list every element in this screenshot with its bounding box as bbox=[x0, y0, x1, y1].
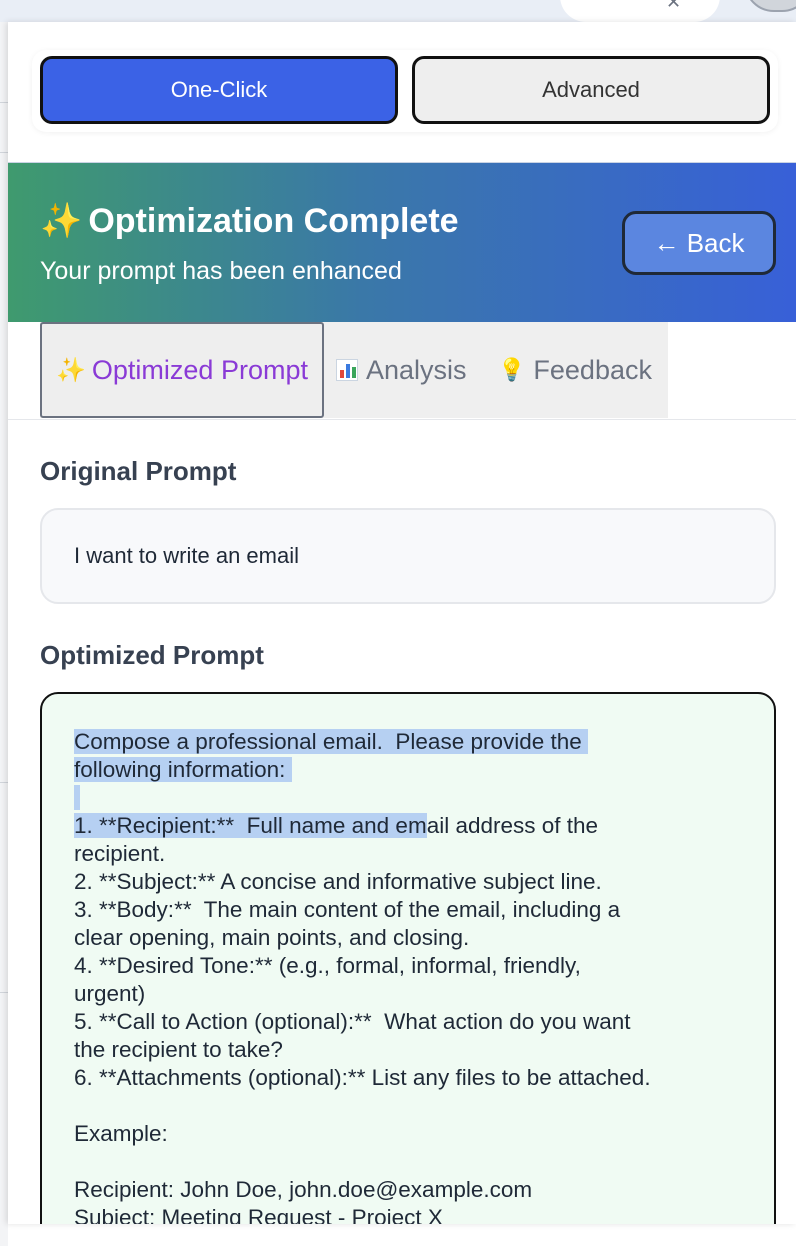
extension-popup: One-Click Advanced ✨ Optimization Complet… bbox=[8, 22, 796, 1224]
result-tabs: ✨ Optimized Prompt Analysis 💡 Feedback bbox=[8, 322, 796, 420]
close-icon[interactable]: ✕ bbox=[666, 0, 681, 13]
bar-chart-icon bbox=[336, 359, 358, 381]
selected-text bbox=[74, 785, 81, 810]
tab-label: Optimized Prompt bbox=[91, 354, 308, 385]
original-prompt-text: I want to write an email bbox=[74, 543, 299, 568]
sparkles-icon: ✨ bbox=[56, 356, 86, 384]
selected-text: Compose a professional email. Please pro… bbox=[74, 729, 589, 754]
back-button[interactable]: ← Back bbox=[622, 211, 776, 275]
prompt-text-segment: ail address of the bbox=[426, 813, 599, 838]
tab-feedback[interactable]: 💡 Feedback bbox=[498, 322, 652, 418]
optimized-prompt-heading: Optimized Prompt bbox=[40, 640, 264, 670]
tab-analysis[interactable]: Analysis bbox=[336, 322, 467, 418]
one-click-mode-button[interactable]: One-Click bbox=[40, 56, 398, 124]
result-header: ✨ Optimization Complete Your prompt has b… bbox=[8, 162, 796, 323]
prompt-text-segment: recipient. 2. **Subject:** A concise and… bbox=[74, 841, 651, 1224]
tab-label: Feedback bbox=[533, 354, 652, 385]
original-prompt-box: I want to write an email bbox=[40, 508, 776, 604]
advanced-mode-button[interactable]: Advanced bbox=[412, 56, 770, 124]
original-prompt-heading: Original Prompt bbox=[40, 456, 237, 486]
browser-address-pill bbox=[560, 0, 720, 22]
selected-text: 1. **Recipient:** Full name and em bbox=[74, 813, 427, 838]
mode-switcher: One-Click Advanced bbox=[32, 50, 778, 132]
lightbulb-icon: 💡 bbox=[498, 357, 526, 382]
optimized-prompt-text[interactable]: Compose a professional email. Please pro… bbox=[74, 728, 742, 1224]
sparkles-icon: ✨ bbox=[40, 202, 83, 240]
background-page-edge bbox=[0, 22, 8, 1246]
selected-text: following information: bbox=[74, 757, 292, 782]
tab-label: Analysis bbox=[366, 354, 467, 385]
optimized-prompt-box[interactable]: Compose a professional email. Please pro… bbox=[40, 692, 776, 1224]
page-title: ✨ Optimization Complete bbox=[40, 201, 459, 241]
page-subtitle: Your prompt has been enhanced bbox=[40, 257, 402, 285]
tab-optimized-prompt[interactable]: ✨ Optimized Prompt bbox=[40, 322, 324, 418]
page-title-text: Optimization Complete bbox=[88, 202, 459, 240]
